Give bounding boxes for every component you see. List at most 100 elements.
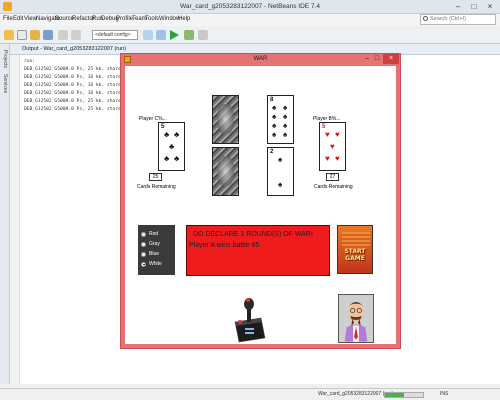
war-window-title: WAR [253, 56, 268, 62]
projects-tab[interactable]: Projects [2, 50, 8, 68]
undo-icon[interactable] [58, 30, 68, 40]
club-icon: ♣ [169, 142, 175, 151]
heart-icon: ♥ [335, 154, 340, 163]
radio-button[interactable] [141, 231, 146, 237]
status-bar: War_card_g2053283122007 (run) INS [0, 388, 500, 400]
spade-icon: ♠ [283, 121, 288, 130]
battle-result-text: Player A wins battle #5 [189, 242, 260, 249]
heart-icon: ♥ [325, 154, 330, 163]
output-line: DEB_G12582 G5000.0 Ps, 16 kb, stored... [24, 91, 132, 96]
war-minimize-icon[interactable]: – [362, 54, 372, 64]
club-icon: ♣ [164, 154, 170, 163]
output-line: DEB_G12582 G5000.0 Ps, 16 kb, stored... [24, 83, 132, 88]
output-line: run: [24, 59, 36, 64]
game-message-panel: DO DECLARE 1 ROUND(S) OF WAR! Player A w… [186, 225, 330, 276]
output-line: DEB_G12582 G5000.0 Ps, 16 kb, stored... [24, 75, 132, 80]
minimize-icon[interactable]: – [450, 0, 466, 14]
output-line: DEB_G12582 G5000.0 Ps, 25 kb, shared... [24, 67, 132, 72]
club-icon: ♣ [164, 130, 170, 139]
color-option-label: Gray [149, 241, 160, 247]
new-file-icon[interactable] [17, 30, 27, 40]
spade-icon: ♠ [272, 112, 277, 121]
save-all-icon[interactable] [43, 30, 53, 40]
redo-icon[interactable] [71, 30, 81, 40]
club-icon: ♣ [174, 130, 180, 139]
color-option-label: Red [149, 231, 159, 237]
game-board: Player C%... 5 ♣ ♣ ♣ ♣ ♣ 25 Cards Remain… [125, 66, 396, 344]
club-icon: ♣ [174, 154, 180, 163]
left-side-tabs: Projects Services [0, 44, 10, 384]
face-down-card [212, 147, 239, 196]
services-tab[interactable]: Services [2, 74, 8, 93]
center-top-card: 8 ♠ ♠ ♠ ♠ ♠ ♠ ♠ ♠ [267, 95, 294, 144]
radio-button[interactable] [141, 251, 146, 257]
spade-icon: ♠ [278, 180, 283, 189]
menu-profile[interactable]: Profile [116, 16, 133, 22]
heart-icon: ♥ [330, 142, 335, 151]
menu-file[interactable]: File [3, 16, 13, 22]
spade-icon: ♠ [283, 103, 288, 112]
player-b-count: 27 [326, 173, 339, 181]
player-a-count: 25 [149, 173, 162, 181]
maximize-icon[interactable]: □ [466, 0, 482, 14]
menu-edit[interactable]: Edit [13, 16, 23, 22]
radio-button[interactable] [141, 241, 146, 247]
output-gutter [10, 55, 20, 384]
build-icon[interactable] [143, 30, 153, 40]
open-project-icon[interactable] [30, 30, 40, 40]
spade-icon: ♠ [283, 130, 288, 139]
new-project-icon[interactable] [4, 30, 14, 40]
run-icon[interactable] [170, 30, 179, 40]
clean-build-icon[interactable] [156, 30, 166, 40]
menu-tools[interactable]: Tools [145, 16, 159, 22]
start-label-line: GAME [345, 255, 365, 262]
main-toolbar [0, 26, 500, 44]
radio-button-selected[interactable] [141, 261, 146, 267]
config-select[interactable]: <default config> [92, 30, 138, 40]
war-close-icon[interactable]: × [383, 54, 399, 64]
war-maximize-icon[interactable]: □ [372, 54, 382, 64]
joystick-icon [234, 298, 266, 343]
player-a-remaining-label: Cards Remaining [137, 184, 176, 190]
start-game-button[interactable]: START GAME [337, 225, 373, 274]
start-game-label: START GAME [338, 248, 372, 262]
color-option-blue[interactable]: Blue [141, 249, 172, 259]
status-run-text: War_card_g2053283122007 (run) [318, 391, 394, 397]
war-title-bar: WAR – □ × [121, 54, 400, 65]
color-option-gray[interactable]: Gray [141, 239, 172, 249]
color-option-label: Blue [149, 251, 160, 257]
card-rank: 2 [270, 149, 274, 155]
color-option-label: White [149, 261, 162, 267]
search-icon [423, 16, 428, 21]
search-placeholder: Search (Ctrl+I) [430, 16, 466, 22]
war-game-window: WAR – □ × Player C%... 5 ♣ ♣ ♣ ♣ ♣ 25 Ca… [120, 53, 401, 349]
color-option-white[interactable]: White [141, 259, 172, 269]
menu-view[interactable]: View [24, 16, 37, 22]
output-line: DEB_G12582 G5000.0 Ps, 25 kb, shared... [24, 99, 132, 104]
player-b-card: 5 ♥ ♥ ♥ ♥ ♥ [319, 122, 346, 171]
output-line: DEB_G12582 G5000.0 Ps, 25 kb, stored... [24, 107, 132, 112]
face-down-card [212, 95, 239, 144]
player-a-card: 5 ♣ ♣ ♣ ♣ ♣ [158, 122, 185, 171]
war-declaration-text: DO DECLARE 1 ROUND(S) OF WAR! [193, 231, 313, 238]
heart-icon: ♥ [325, 130, 330, 139]
spade-icon: ♠ [272, 130, 277, 139]
color-selector: Red Gray Blue White [138, 225, 175, 275]
menu-help[interactable]: Help [178, 16, 190, 22]
debug-icon[interactable] [184, 30, 194, 40]
start-label-line: START [344, 248, 366, 255]
profile-icon[interactable] [198, 30, 208, 40]
dealer-avatar [338, 294, 374, 343]
spade-icon: ♠ [278, 155, 283, 164]
search-input[interactable]: Search (Ctrl+I) [420, 14, 496, 25]
spade-icon: ♠ [272, 103, 277, 112]
color-option-red[interactable]: Red [141, 229, 172, 239]
spade-icon: ♠ [283, 112, 288, 121]
player-b-remaining-label: Cards Remaining [314, 184, 353, 190]
insert-mode-indicator: INS [440, 391, 449, 397]
output-log: run: DEB_G12582 G5000.0 Ps, 25 kb, share… [24, 58, 132, 114]
ide-title-bar: War_card_g2053283122007 - NetBeans IDE 7… [0, 0, 500, 14]
close-icon[interactable]: × [482, 0, 498, 14]
status-progress-bar [384, 392, 424, 398]
heart-icon: ♥ [335, 130, 340, 139]
